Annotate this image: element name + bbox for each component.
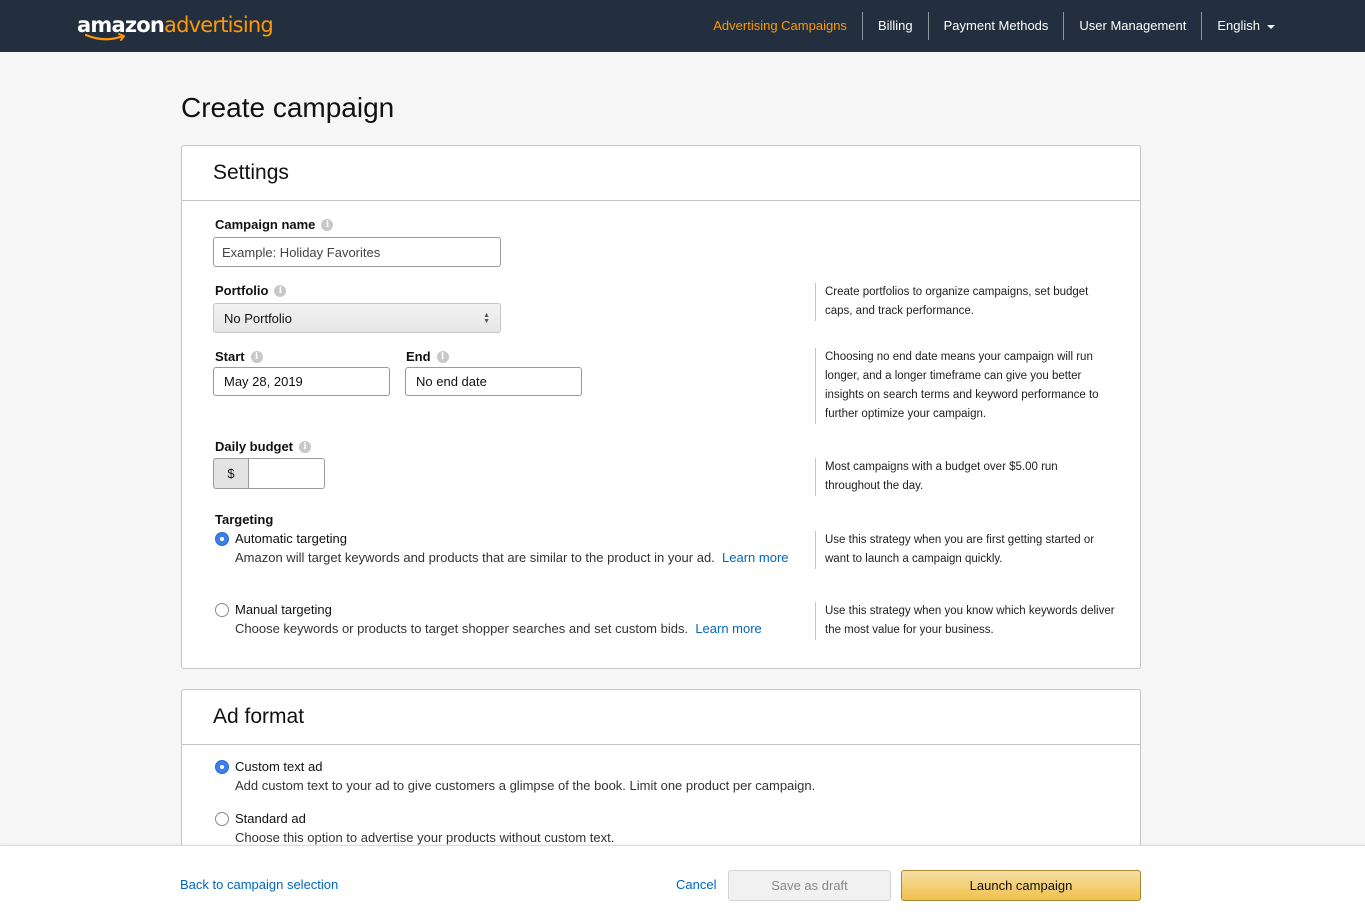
manual-targeting-description: Choose keywords or products to target sh… xyxy=(235,619,815,638)
targeting-label: Targeting xyxy=(215,512,274,527)
daily-budget-input[interactable] xyxy=(248,458,325,489)
language-label: English xyxy=(1217,18,1260,33)
save-as-draft-button[interactable]: Save as draft xyxy=(728,870,891,901)
settings-card: Settings Campaign name i Example: Holiday… xyxy=(181,145,1141,669)
custom-text-ad-radio[interactable] xyxy=(215,760,229,774)
portfolio-label-text: Portfolio xyxy=(215,283,269,298)
automatic-targeting-learn-more-link[interactable]: Learn more xyxy=(722,550,788,565)
campaign-name-label-text: Campaign name xyxy=(215,217,316,232)
daily-budget-label: Daily budget i xyxy=(215,439,312,454)
caret-down-icon xyxy=(1267,24,1275,29)
end-label: End i xyxy=(406,349,449,364)
manual-targeting-radio[interactable] xyxy=(215,603,229,617)
start-date-input[interactable]: May 28, 2019 xyxy=(213,367,390,396)
ad-format-card: Ad format Custom text ad Add custom text… xyxy=(181,689,1141,859)
currency-addon: $ xyxy=(213,458,249,489)
automatic-targeting-title: Automatic targeting xyxy=(235,531,348,546)
standard-ad-title: Standard ad xyxy=(235,811,306,826)
amazon-advertising-logo[interactable]: amazonadvertising xyxy=(77,11,274,43)
dates-help-text: Choosing no end date means your campaign… xyxy=(815,348,1105,424)
nav-advertising-campaigns[interactable]: Advertising Campaigns xyxy=(698,12,862,40)
nav-user-management[interactable]: User Management xyxy=(1063,12,1201,40)
portfolio-label: Portfolio i xyxy=(215,283,287,298)
daily-budget-help-text: Most campaigns with a budget over $5.00 … xyxy=(815,458,1105,496)
back-to-campaign-selection-link[interactable]: Back to campaign selection xyxy=(180,877,338,892)
portfolio-help-text: Create portfolios to organize campaigns,… xyxy=(815,283,1115,321)
settings-header: Settings xyxy=(182,146,1140,201)
language-dropdown[interactable]: English xyxy=(1201,12,1365,40)
portfolio-select[interactable]: No Portfolio ▲ ▼ xyxy=(213,303,501,333)
automatic-targeting-help-text: Use this strategy when you are first get… xyxy=(815,531,1115,569)
custom-text-ad-description: Add custom text to your ad to give custo… xyxy=(235,778,816,793)
page-title: Create campaign xyxy=(181,92,395,123)
campaign-name-input[interactable]: Example: Holiday Favorites xyxy=(213,237,501,267)
automatic-targeting-radio[interactable] xyxy=(215,532,229,546)
manual-targeting-learn-more-link[interactable]: Learn more xyxy=(695,621,761,636)
info-icon[interactable]: i xyxy=(274,284,287,297)
manual-targeting-help-text: Use this strategy when you know which ke… xyxy=(815,602,1115,640)
info-icon[interactable]: i xyxy=(321,218,334,231)
start-label: Start i xyxy=(215,349,263,364)
automatic-targeting-description: Amazon will target keywords and products… xyxy=(235,548,790,567)
select-arrows-icon: ▲ ▼ xyxy=(483,312,490,325)
end-label-text: End xyxy=(406,349,431,364)
info-icon[interactable]: i xyxy=(436,350,449,363)
manual-targeting-title: Manual targeting xyxy=(235,602,332,617)
manual-targeting-desc-text: Choose keywords or products to target sh… xyxy=(235,621,689,636)
logo-text-advertising: advertising xyxy=(164,13,274,37)
portfolio-selected-value: No Portfolio xyxy=(224,310,292,326)
info-icon[interactable]: i xyxy=(250,350,263,363)
end-date-input[interactable]: No end date xyxy=(405,367,582,396)
standard-ad-radio[interactable] xyxy=(215,812,229,826)
amazon-smile-icon xyxy=(85,33,125,41)
automatic-targeting-desc-text: Amazon will target keywords and products… xyxy=(235,550,715,565)
nav-payment-methods[interactable]: Payment Methods xyxy=(927,12,1064,40)
top-navigation-bar: amazonadvertising Advertising Campaigns … xyxy=(0,0,1365,52)
info-icon[interactable]: i xyxy=(299,440,312,453)
campaign-name-label: Campaign name i xyxy=(215,217,334,232)
nav-billing[interactable]: Billing xyxy=(861,12,928,40)
start-label-text: Start xyxy=(215,349,245,364)
daily-budget-label-text: Daily budget xyxy=(215,439,294,454)
cancel-button[interactable]: Cancel xyxy=(676,877,716,892)
action-footer: Back to campaign selection Cancel Save a… xyxy=(0,845,1365,923)
nav-links: Advertising Campaigns Billing Payment Me… xyxy=(698,0,1365,52)
custom-text-ad-title: Custom text ad xyxy=(235,759,323,774)
ad-format-header: Ad format xyxy=(182,690,1140,745)
launch-campaign-button[interactable]: Launch campaign xyxy=(901,870,1141,901)
